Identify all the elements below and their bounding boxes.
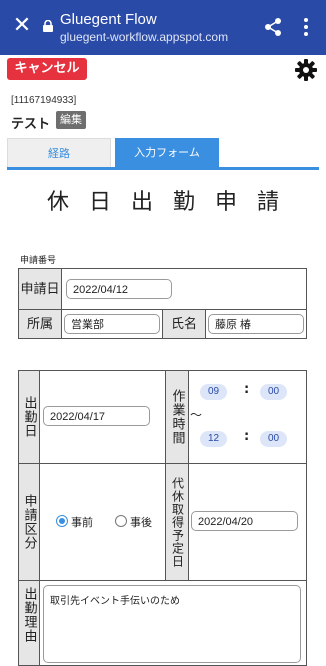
name-input[interactable]: 藤原 椿	[208, 314, 304, 334]
lock-icon	[43, 20, 53, 32]
department-label: 所属	[18, 309, 62, 339]
edit-badge: 編集	[56, 111, 86, 129]
browser-title: Gluegent Flow	[60, 11, 157, 28]
application-number-label: 申請番号	[20, 256, 57, 266]
start-hour-select[interactable]: 09	[200, 384, 227, 400]
reason-textarea[interactable]: 取引先イベント手伝いのため	[43, 585, 301, 663]
tab-route[interactable]: 経路	[7, 138, 111, 167]
comp-day-label: 代休取得予定日	[165, 463, 189, 581]
time-separator: :	[244, 429, 250, 444]
start-minute-select[interactable]: 00	[260, 384, 287, 400]
reason-label: 出勤理由	[18, 580, 40, 666]
browser-toolbar: ✕ Gluegent Flow gluegent-workflow.appspo…	[0, 0, 326, 55]
work-date-label: 出勤日	[18, 370, 40, 464]
radio-after-label: 事後	[130, 516, 152, 529]
tab-bar: 経路 入力フォーム	[7, 138, 319, 170]
time-separator: :	[244, 382, 250, 397]
gear-icon[interactable]	[294, 58, 318, 82]
form-title: 休日出勤申請	[46, 190, 299, 215]
department-input[interactable]: 営業部	[64, 314, 160, 334]
more-vert-icon[interactable]	[296, 15, 316, 39]
end-minute-select[interactable]: 00	[260, 431, 287, 447]
tab-input-form[interactable]: 入力フォーム	[115, 138, 219, 167]
application-date-input[interactable]: 2022/04/12	[66, 279, 172, 299]
radio-before-label: 事前	[71, 516, 93, 529]
comp-day-input[interactable]: 2022/04/20	[191, 511, 298, 531]
work-hours-label: 作業時間	[165, 370, 189, 464]
cancel-button[interactable]: キャンセル	[7, 58, 87, 80]
radio-before[interactable]	[56, 515, 68, 527]
application-date-label: 申請日	[18, 268, 62, 310]
document-title: テスト	[11, 117, 51, 132]
work-date-input[interactable]: 2022/04/17	[43, 406, 150, 426]
name-label: 氏名	[162, 309, 206, 339]
browser-url: gluegent-workflow.appspot.com	[60, 30, 229, 44]
share-icon[interactable]	[262, 16, 284, 38]
time-range-symbol: ～	[190, 408, 203, 422]
application-type-label: 申請区分	[18, 463, 40, 581]
close-icon[interactable]: ✕	[10, 14, 34, 38]
radio-after[interactable]	[115, 515, 127, 527]
end-hour-select[interactable]: 12	[200, 431, 227, 447]
document-id: [11167194933]	[11, 95, 77, 106]
